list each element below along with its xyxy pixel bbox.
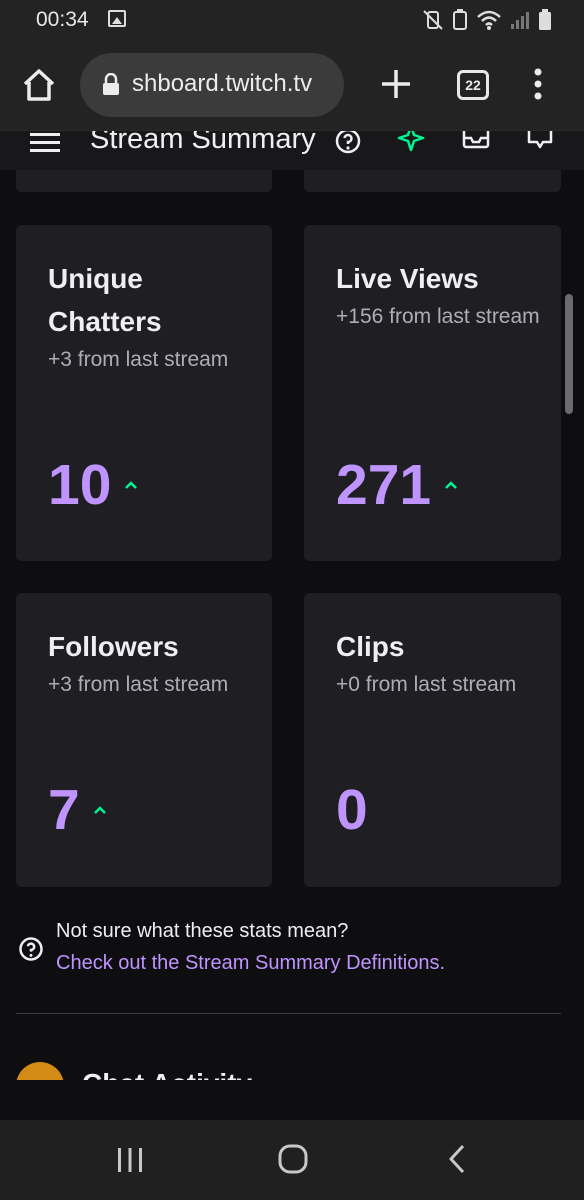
back-icon[interactable] bbox=[447, 1144, 467, 1174]
status-time: 00:34 bbox=[36, 8, 89, 31]
stat-card-unique-chatters: Unique Chatters +3 from last stream 10 bbox=[16, 225, 272, 561]
stats-help: Not sure what these stats mean? Check ou… bbox=[18, 920, 558, 980]
browser-toolbar: shboard.twitch.tv 22 bbox=[0, 42, 584, 130]
card-subtitle: +156 from last stream bbox=[336, 305, 540, 328]
help-circle-icon[interactable] bbox=[334, 130, 362, 155]
card-value-number: 10 bbox=[48, 453, 112, 517]
more-menu-icon[interactable] bbox=[528, 66, 548, 102]
dashboard-header: Stream Summary bbox=[0, 130, 584, 170]
card-title: Followers bbox=[48, 631, 179, 662]
card-subtitle: +0 from last stream bbox=[336, 673, 517, 696]
recent-apps-icon[interactable] bbox=[116, 1147, 144, 1173]
url-text[interactable]: shboard.twitch.tv bbox=[132, 70, 332, 98]
card-value: 0 bbox=[336, 780, 368, 840]
card-title: Unique Chatters bbox=[48, 263, 162, 337]
card-value-number: 271 bbox=[336, 453, 432, 517]
stat-card-partial bbox=[16, 170, 272, 192]
card-value-number: 7 bbox=[48, 778, 80, 842]
chat-activity-icon bbox=[16, 1062, 64, 1080]
stat-card-followers: Followers +3 from last stream 7 bbox=[16, 593, 272, 887]
hamburger-menu-icon[interactable] bbox=[30, 131, 60, 153]
gallery-notification-icon bbox=[108, 10, 126, 27]
wifi-icon bbox=[477, 10, 501, 30]
vibrate-mute-icon bbox=[423, 10, 443, 30]
card-title: Live Views bbox=[336, 263, 479, 294]
trend-up-icon bbox=[93, 806, 106, 814]
definitions-link[interactable]: Check out the Stream Summary Definitions… bbox=[56, 952, 445, 975]
card-title: Clips bbox=[336, 631, 405, 662]
help-circle-icon bbox=[19, 937, 43, 961]
card-value: 10 bbox=[48, 453, 138, 517]
lock-icon bbox=[103, 73, 119, 95]
whispers-icon[interactable] bbox=[526, 130, 554, 151]
section-divider bbox=[16, 1013, 561, 1014]
system-navigation-bar bbox=[0, 1120, 584, 1200]
battery-icon bbox=[539, 9, 551, 30]
inbox-icon[interactable] bbox=[462, 130, 490, 151]
address-bar[interactable]: shboard.twitch.tv bbox=[80, 53, 344, 117]
home-button-icon[interactable] bbox=[278, 1144, 308, 1174]
tab-switcher-button[interactable]: 22 bbox=[457, 70, 489, 100]
card-value: 7 bbox=[48, 780, 106, 840]
stat-card-live-views: Live Views +156 from last stream 271 bbox=[304, 225, 561, 561]
card-value-number: 0 bbox=[336, 778, 368, 842]
card-value: 271 bbox=[336, 455, 457, 515]
stat-card-clips: Clips +0 from last stream 0 bbox=[304, 593, 561, 887]
stat-card-partial bbox=[304, 170, 561, 192]
status-bar: 00:34 bbox=[0, 0, 584, 42]
new-tab-icon[interactable] bbox=[378, 66, 414, 102]
page-title: Stream Summary bbox=[90, 130, 316, 155]
chat-activity-section-header: Chat Activity bbox=[16, 1060, 561, 1080]
trend-up-icon bbox=[445, 481, 457, 489]
signal-icon bbox=[511, 12, 529, 29]
card-subtitle: +3 from last stream bbox=[48, 348, 229, 371]
trend-up-icon bbox=[125, 481, 138, 489]
battery-saver-icon bbox=[453, 9, 467, 30]
help-question-text: Not sure what these stats mean? bbox=[56, 920, 349, 942]
scrollbar-thumb[interactable] bbox=[565, 294, 573, 414]
home-icon[interactable] bbox=[20, 66, 58, 104]
section-title: Chat Activity bbox=[82, 1068, 252, 1080]
card-subtitle: +3 from last stream bbox=[48, 673, 229, 696]
sparkle-icon[interactable] bbox=[396, 130, 426, 153]
status-icons bbox=[422, 8, 552, 32]
